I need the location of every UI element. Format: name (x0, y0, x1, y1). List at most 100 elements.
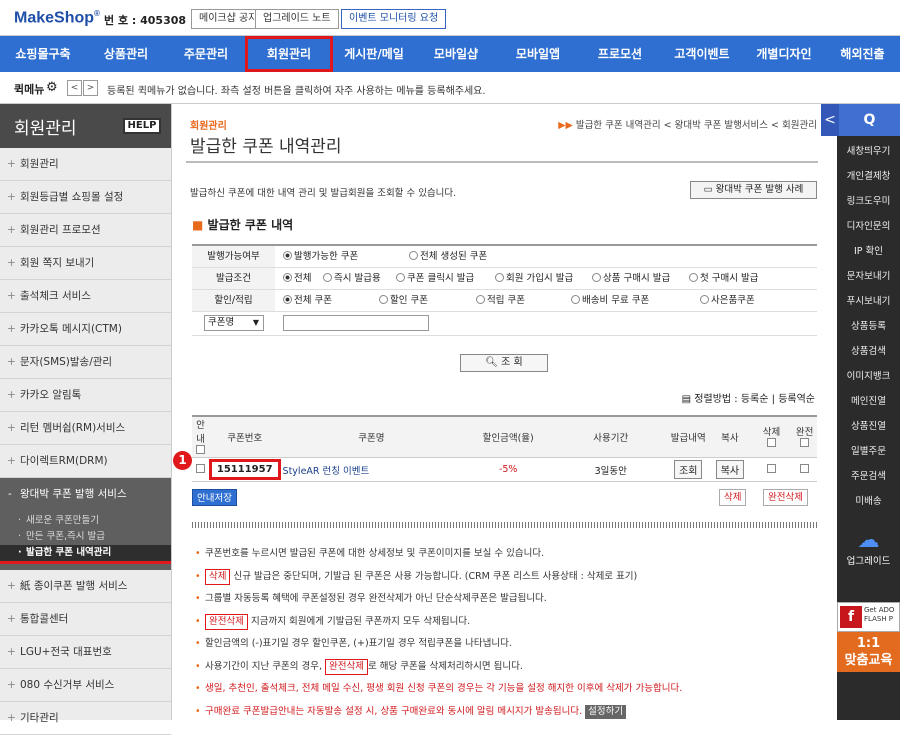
radio-cond-all[interactable]: 전체 (283, 273, 311, 285)
radio-cond-instant[interactable]: 즉시 발급용 (323, 273, 381, 285)
delete-all-checkbox[interactable] (766, 438, 776, 447)
nav-customer-event[interactable]: 고객이벤트 (661, 36, 743, 72)
sort-option-reverse[interactable]: 등록역순 (778, 394, 815, 405)
rside-design-inquiry[interactable]: 디자인문의 (837, 214, 900, 239)
search-input[interactable] (283, 315, 429, 331)
full-delete-checkbox[interactable] (800, 463, 810, 473)
notice-item: 사용기간이 지난 쿠폰의 경우, 완전삭제로 해당 쿠폰을 삭제처리하시면 됩니… (195, 656, 815, 679)
radio-type-all[interactable]: 전체 쿠폰 (283, 295, 332, 307)
sidebar-item-lgu-number[interactable]: LGU+전국 대표번호 (0, 636, 171, 669)
rside-new-window[interactable]: 새창띄우기 (837, 139, 900, 164)
sidebar-item-return-membership[interactable]: 리턴 멤버쉽(RM)서비스 (0, 412, 171, 445)
sidebar-item-alimtalk[interactable]: 카카오 알림톡 (0, 379, 171, 412)
rside-product-display[interactable]: 상품진열 (837, 414, 900, 439)
rside-ip-check[interactable]: IP 확인 (837, 239, 900, 264)
rside-product-search[interactable]: 상품검색 (837, 339, 900, 364)
rside-daily-order[interactable]: 일별주문 (837, 439, 900, 464)
sidebar-item-callcenter[interactable]: 통합콜센터 (0, 603, 171, 636)
nav-board-mail[interactable]: 게시판/메일 (333, 36, 415, 72)
nav-overseas[interactable]: 해외진출 (825, 36, 900, 72)
upgrade-note-button[interactable]: 업그레이드 노트 (255, 9, 339, 29)
radio-type-discount[interactable]: 할인 쿠폰 (379, 295, 428, 307)
help-button[interactable]: HELP (123, 118, 161, 134)
radio-all-created[interactable]: 전체 생성된 쿠폰 (409, 251, 487, 263)
sidebar-item-grade-setting[interactable]: 회원등급별 쇼핑몰 설정 (0, 181, 171, 214)
radio-cond-join[interactable]: 회원 가입시 발급 (495, 273, 573, 285)
radio-icon (409, 251, 418, 260)
gear-icon[interactable]: ⚙ (46, 80, 58, 95)
sidebar-subitem-issue-coupon[interactable]: 만든 쿠폰,즉시 발급 (0, 529, 171, 545)
col-delete: 삭제 (750, 416, 793, 458)
delete-checkbox[interactable] (766, 463, 776, 473)
quick-next-button[interactable]: > (83, 80, 98, 96)
row-checkbox[interactable] (195, 463, 205, 473)
full-delete-button[interactable]: 완전삭제 (763, 489, 808, 506)
education-banner[interactable]: 1:1 맞춤교육 (837, 632, 900, 672)
search-field-select[interactable]: 쿠폰명 ▼ (204, 315, 264, 331)
radio-cond-click[interactable]: 쿠폰 클릭시 발급 (396, 273, 474, 285)
nav-custom-design[interactable]: 개별디자인 (743, 36, 825, 72)
sidebar-item-kakao-ctm[interactable]: 카카오톡 메시지(CTM) (0, 313, 171, 346)
nav-promotion[interactable]: 프로모션 (579, 36, 661, 72)
full-delete-all-checkbox[interactable] (800, 438, 810, 447)
guide-save-button[interactable]: 안내저장 (192, 489, 237, 506)
sidebar-group-coupon[interactable]: 왕대박 쿠폰 발행 서비스 (0, 478, 171, 511)
nav-shop-build[interactable]: 쇼핑몰구축 (0, 36, 86, 72)
coupon-sample-button[interactable]: ▭ 왕대박 쿠폰 발행 사례 (690, 181, 817, 199)
sidebar-item-member-promotion[interactable]: 회원관리 프로모션 (0, 214, 171, 247)
flash-icon: f (840, 606, 862, 628)
search-icon[interactable]: Q (839, 104, 900, 136)
event-monitoring-button[interactable]: 이벤트 모니터링 요청 (341, 9, 447, 29)
nav-order[interactable]: 주문관리 (166, 36, 246, 72)
radio-label: 즉시 발급용 (334, 273, 381, 284)
radio-type-gift[interactable]: 사은품쿠폰 (700, 295, 755, 307)
radio-label: 적립 쿠폰 (487, 295, 525, 306)
sidebar-subitem-issued-coupons[interactable]: 발급한 쿠폰 내역관리 (0, 545, 171, 564)
radio-cond-first[interactable]: 첫 구매시 발급 (689, 273, 758, 285)
rside-main-display[interactable]: 메인진열 (837, 389, 900, 414)
quick-prev-button[interactable]: < (67, 80, 82, 96)
rside-image-bank[interactable]: 이미지뱅크 (837, 364, 900, 389)
full-delete-tag: 완전삭제 (325, 658, 368, 675)
copy-button[interactable]: 복사 (715, 460, 745, 479)
rside-order-search[interactable]: 주문검색 (837, 464, 900, 489)
sidebar-subitem-new-coupon[interactable]: 새로운 쿠폰만들기 (0, 513, 171, 529)
cell-coupon-no: 15111957 (208, 457, 281, 482)
select-all-checkbox[interactable] (195, 445, 205, 454)
upgrade-button[interactable]: ☁ 업그레이드 (837, 529, 900, 568)
radio-cond-purchase[interactable]: 상품 구매시 발급 (592, 273, 670, 285)
sidebar-item-etc[interactable]: 기타관리 (0, 702, 171, 735)
rside-personal-pay[interactable]: 개인결제창 (837, 164, 900, 189)
search-button[interactable]: 🔍︎ 조 회 (460, 354, 548, 372)
filter-form: 발행가능여부 발행가능한 쿠폰 전체 생성된 쿠폰 발급조건 전체 즉시 발급용… (192, 244, 817, 336)
nav-mobile-shop[interactable]: 모바일샵 (415, 36, 497, 72)
coupon-number-link[interactable]: 15111957 (208, 459, 281, 480)
sidebar-item-sms[interactable]: 문자(SMS)발송/관리 (0, 346, 171, 379)
col-guide: 안내 (192, 416, 209, 458)
sidebar-item-member-manage[interactable]: 회원관리 (0, 148, 171, 181)
radio-type-freeship[interactable]: 배송비 무료 쿠폰 (571, 295, 649, 307)
sidebar-item-attendance[interactable]: 출석체크 서비스 (0, 280, 171, 313)
makeshop-logo[interactable]: MakeShop® (14, 9, 100, 27)
rside-link-helper[interactable]: 링크도우미 (837, 189, 900, 214)
sort-option-registered[interactable]: 정렬방법 : 등록순 (694, 394, 768, 405)
sidebar-item-paper-coupon[interactable]: 紙 종이쿠폰 발행 서비스 (0, 570, 171, 603)
rside-send-push[interactable]: 푸시보내기 (837, 289, 900, 314)
collapse-toggle[interactable]: < (821, 104, 839, 136)
sidebar-item-member-note[interactable]: 회원 쪽지 보내기 (0, 247, 171, 280)
sidebar-item-direct-rm[interactable]: 다이렉트RM(DRM) (0, 445, 171, 478)
rside-product-register[interactable]: 상품등록 (837, 314, 900, 339)
radio-available[interactable]: 발행가능한 쿠폰 (283, 251, 358, 263)
settings-button[interactable]: 설정하기 (585, 704, 627, 719)
rside-undelivered[interactable]: 미배송 (837, 489, 900, 514)
flash-player-banner[interactable]: f Get ADO FLASH P (837, 602, 900, 632)
nav-product[interactable]: 상품관리 (86, 36, 166, 72)
view-button[interactable]: 조회 (674, 460, 703, 479)
nav-member[interactable]: 회원관리 (245, 36, 333, 72)
breadcrumb-arrow-icon: ▶▶ (558, 120, 573, 131)
sidebar-item-080-reject[interactable]: 080 수신거부 서비스 (0, 669, 171, 702)
nav-mobile-app[interactable]: 모바일앱 (497, 36, 579, 72)
delete-button[interactable]: 삭제 (719, 489, 747, 506)
rside-send-sms[interactable]: 문자보내기 (837, 264, 900, 289)
radio-type-point[interactable]: 적립 쿠폰 (476, 295, 525, 307)
